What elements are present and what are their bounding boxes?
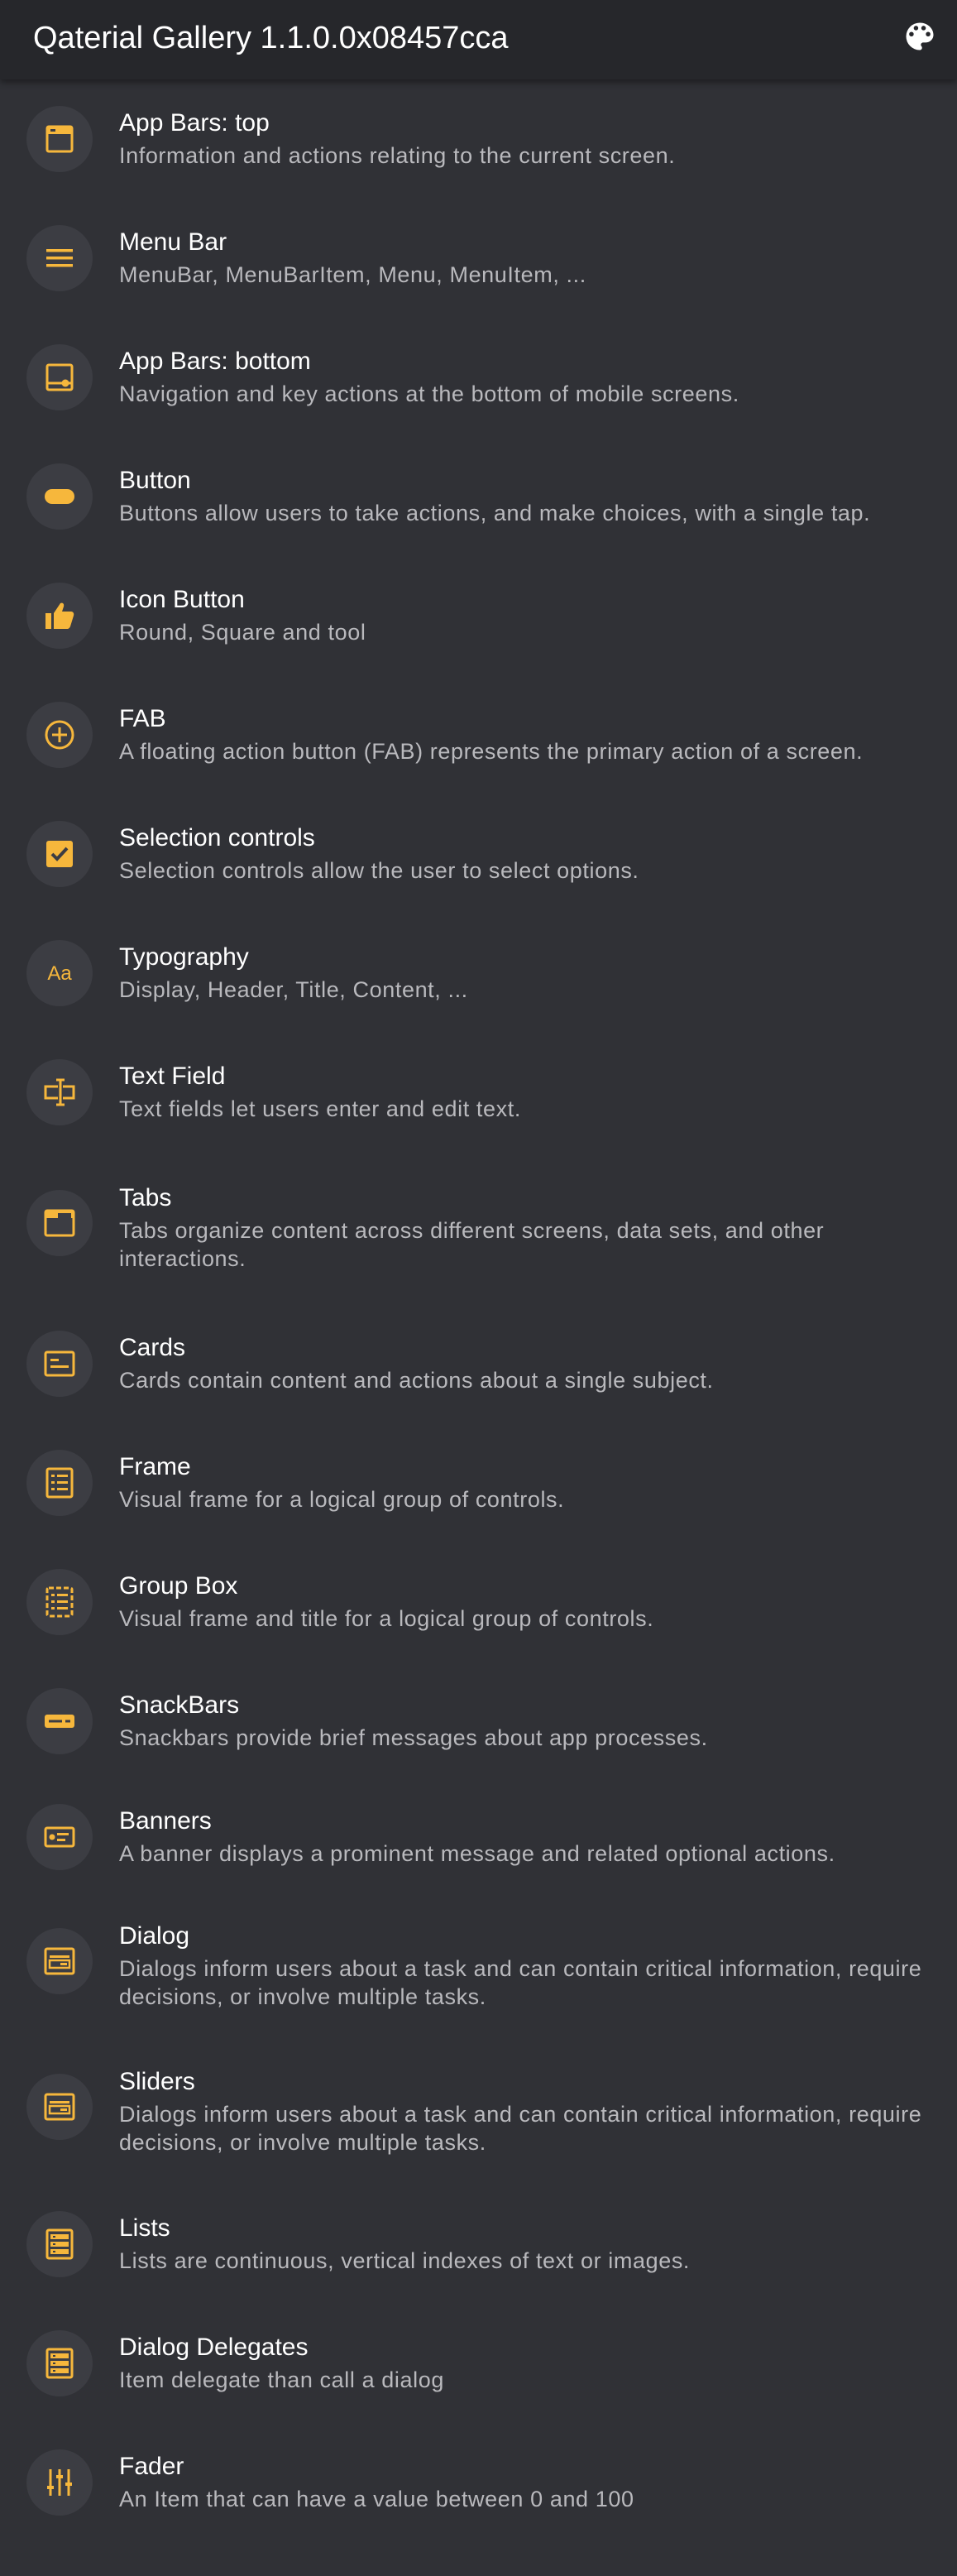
item-description: Navigation and key actions at the bottom… <box>119 381 739 406</box>
gallery-item[interactable]: Dialog Delegates Item delegate than call … <box>0 2304 957 2423</box>
tab-icon <box>26 1190 93 1256</box>
item-label: SnackBars <box>119 1691 240 1719</box>
palette-icon[interactable] <box>902 18 938 55</box>
item-label: Icon Button <box>119 586 245 613</box>
item-label: Text Field <box>119 1063 226 1090</box>
item-description: Round, Square and tool <box>119 620 366 645</box>
item-label: FAB <box>119 705 166 732</box>
menu-icon <box>26 225 93 291</box>
gallery-item[interactable]: Fader An Item that can have a value betwe… <box>0 2423 957 2542</box>
item-label: Selection controls <box>119 824 315 851</box>
gallery-item[interactable]: App Bars: bottom Navigation and key actio… <box>0 318 957 437</box>
item-description: Buttons allow users to take actions, and… <box>119 501 871 525</box>
item-description: Display, Header, Title, Content, ... <box>119 977 468 1002</box>
gallery-item[interactable]: Text Field Text fields let users enter an… <box>0 1033 957 1152</box>
item-description: Item delegate than call a dialog <box>119 2367 444 2392</box>
item-label: Dialog <box>119 1922 190 1950</box>
svg-text:Aa: Aa <box>47 962 72 985</box>
item-description: Dialogs inform users about a task and ca… <box>119 2102 922 2155</box>
gallery-item[interactable]: Lists Lists are continuous, vertical inde… <box>0 2185 957 2304</box>
gallery-item[interactable]: Button Buttons allow users to take action… <box>0 437 957 556</box>
gallery-item[interactable]: App Bars: top Information and actions rel… <box>0 79 957 199</box>
app-bar-top-icon <box>26 106 93 172</box>
dialog-icon <box>26 1928 93 1994</box>
text-field-icon <box>26 1059 93 1125</box>
item-description: Information and actions relating to the … <box>119 143 676 168</box>
gallery-item[interactable]: Cards Cards contain content and actions a… <box>0 1304 957 1423</box>
item-label: Dialog Delegates <box>119 2334 309 2361</box>
gallery-item[interactable]: Sliders Dialogs inform users about a task… <box>0 2039 957 2185</box>
item-description: Dialogs inform users about a task and ca… <box>119 1956 922 2009</box>
list-icon <box>26 2211 93 2277</box>
item-label: Button <box>119 467 191 494</box>
gallery-item[interactable]: Selection controls Selection controls all… <box>0 794 957 914</box>
dialog-list-icon <box>26 2330 93 2396</box>
item-label: Cards <box>119 1334 186 1361</box>
item-description: Text fields let users enter and edit tex… <box>119 1096 521 1121</box>
item-label: Tabs <box>119 1184 172 1211</box>
app-title: Qaterial Gallery 1.1.0.0x08457cca <box>33 21 509 55</box>
gallery-item[interactable]: Group Box Visual frame and title for a lo… <box>0 1542 957 1662</box>
thumb-up-icon <box>26 583 93 649</box>
item-description: Cards contain content and actions about … <box>119 1368 714 1393</box>
item-label: Typography <box>119 943 249 971</box>
typography-icon: Aa <box>26 940 93 1006</box>
gallery-item[interactable]: Dialog Dialogs inform users about a task … <box>0 1893 957 2039</box>
item-description: Snackbars provide brief messages about a… <box>119 1725 708 1750</box>
item-label: Sliders <box>119 2068 195 2095</box>
item-label: Frame <box>119 1453 191 1480</box>
gallery-item[interactable]: Icon Button Round, Square and tool <box>0 556 957 675</box>
item-description: Lists are continuous, vertical indexes o… <box>119 2248 691 2273</box>
item-label: App Bars: top <box>119 109 270 137</box>
item-label: Group Box <box>119 1572 238 1600</box>
frame-icon <box>26 1450 93 1516</box>
item-description: Visual frame for a logical group of cont… <box>119 1487 565 1512</box>
item-description: Tabs organize content across different s… <box>119 1218 825 1271</box>
button-icon <box>26 463 93 530</box>
gallery-item[interactable]: FAB A floating action button (FAB) repres… <box>0 675 957 794</box>
gallery-item[interactable]: Banners A banner displays a prominent mes… <box>0 1781 957 1893</box>
gallery-item[interactable]: Tabs Tabs organize content across differe… <box>0 1152 957 1304</box>
item-label: Banners <box>119 1807 212 1835</box>
group-box-icon <box>26 1569 93 1635</box>
app-bar-bottom-icon <box>26 344 93 410</box>
item-description: An Item that can have a value between 0 … <box>119 2487 634 2511</box>
gallery-item[interactable]: Aa Typography Display, Header, Title, Cont… <box>0 914 957 1033</box>
plus-circle-icon <box>26 702 93 768</box>
item-label: App Bars: bottom <box>119 348 311 375</box>
gallery-item[interactable]: SnackBars Snackbars provide brief message… <box>0 1662 957 1781</box>
snackbar-icon <box>26 1688 93 1754</box>
item-label: Fader <box>119 2453 184 2480</box>
banner-icon <box>26 1804 93 1870</box>
gallery-item[interactable]: Menu Bar MenuBar, MenuBarItem, Menu, Menu… <box>0 199 957 318</box>
item-description: Visual frame and title for a logical gro… <box>119 1606 654 1631</box>
item-description: A floating action button (FAB) represent… <box>119 739 864 764</box>
item-description: A banner displays a prominent message an… <box>119 1841 835 1866</box>
slider-icon <box>26 2074 93 2140</box>
tune-icon <box>26 2449 93 2516</box>
item-description: Selection controls allow the user to sel… <box>119 858 639 883</box>
app-bar: Qaterial Gallery 1.1.0.0x08457cca <box>0 0 957 79</box>
gallery-item[interactable]: Frame Visual frame for a logical group of… <box>0 1423 957 1542</box>
item-description: MenuBar, MenuBarItem, Menu, MenuItem, ..… <box>119 262 586 287</box>
item-label: Menu Bar <box>119 228 227 256</box>
item-label: Lists <box>119 2214 170 2242</box>
checkbox-icon <box>26 821 93 887</box>
card-icon <box>26 1331 93 1397</box>
